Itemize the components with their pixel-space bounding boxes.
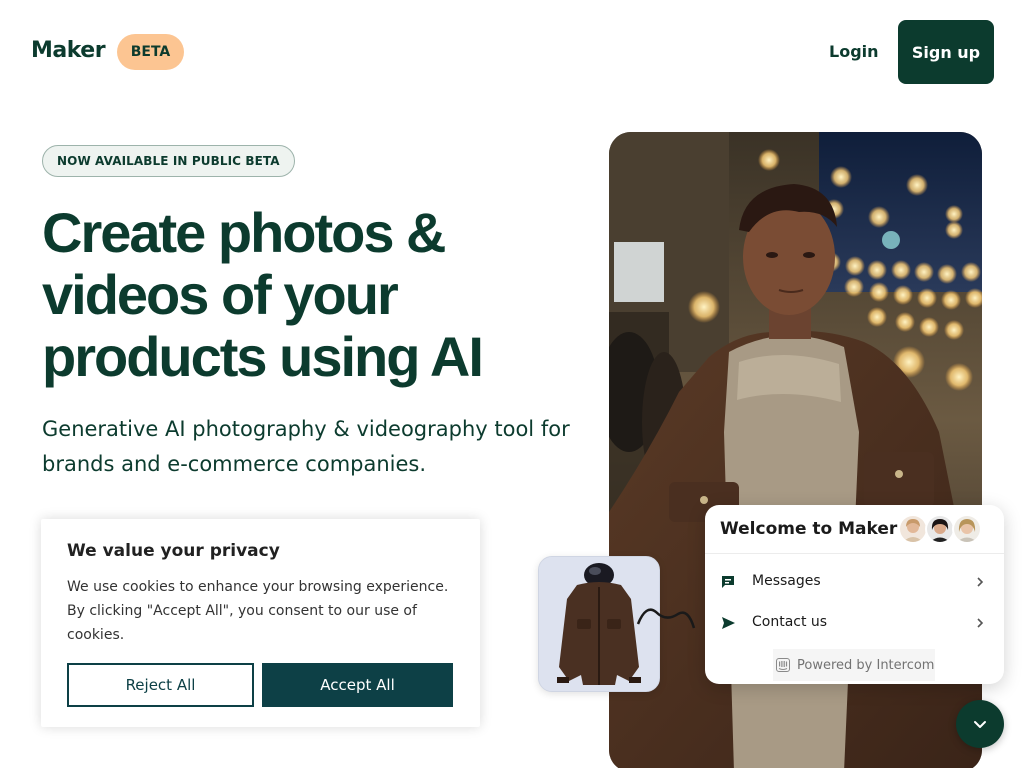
avatar — [925, 514, 955, 544]
chevron-down-icon — [974, 721, 986, 728]
intercom-divider — [705, 553, 1004, 554]
headline-line-2: videos of your — [42, 263, 399, 326]
reject-all-button[interactable]: Reject All — [67, 663, 254, 707]
beta-badge: BETA — [117, 34, 184, 70]
connector-curve — [636, 608, 696, 629]
intercom-logo-icon — [776, 658, 790, 672]
avatar — [898, 514, 928, 544]
cookie-title: We value your privacy — [67, 541, 280, 561]
messages-row[interactable]: Messages — [705, 562, 1004, 602]
send-icon — [722, 617, 735, 629]
signup-button[interactable]: Sign up — [898, 20, 994, 84]
messages-label: Messages — [752, 573, 821, 589]
headline-line-1: Create photos & — [42, 201, 447, 264]
chevron-right-icon — [977, 577, 984, 587]
contact-us-row[interactable]: Contact us — [705, 603, 1004, 643]
hero-headline: Create photos & videos of your products … — [42, 202, 582, 388]
headline-line-3: products using AI — [42, 325, 484, 388]
hero-subheading: Generative AI photography & videography … — [42, 417, 570, 476]
intercom-messenger: Welcome to Maker Messages Contact us Pow… — [705, 505, 1004, 684]
intercom-launcher-button[interactable] — [956, 700, 1004, 748]
chat-bubble-icon — [722, 576, 734, 588]
login-link[interactable]: Login — [829, 42, 879, 61]
chevron-right-icon — [977, 618, 984, 628]
contact-us-label: Contact us — [752, 614, 828, 630]
public-beta-pill: NOW AVAILABLE IN PUBLIC BETA — [42, 145, 295, 177]
maker-logo[interactable]: Maker — [31, 38, 106, 63]
team-avatars — [898, 514, 982, 544]
powered-by-intercom[interactable]: Powered by Intercom — [773, 649, 935, 681]
avatar — [952, 514, 982, 544]
accept-all-button[interactable]: Accept All — [262, 663, 453, 707]
powered-by-text: Powered by Intercom — [797, 657, 935, 673]
intercom-title: Welcome to Maker — [720, 519, 898, 539]
cookie-text: We use cookies to enhance your browsing … — [67, 579, 449, 643]
cookie-consent-banner: We value your privacy We use cookies to … — [41, 519, 480, 727]
